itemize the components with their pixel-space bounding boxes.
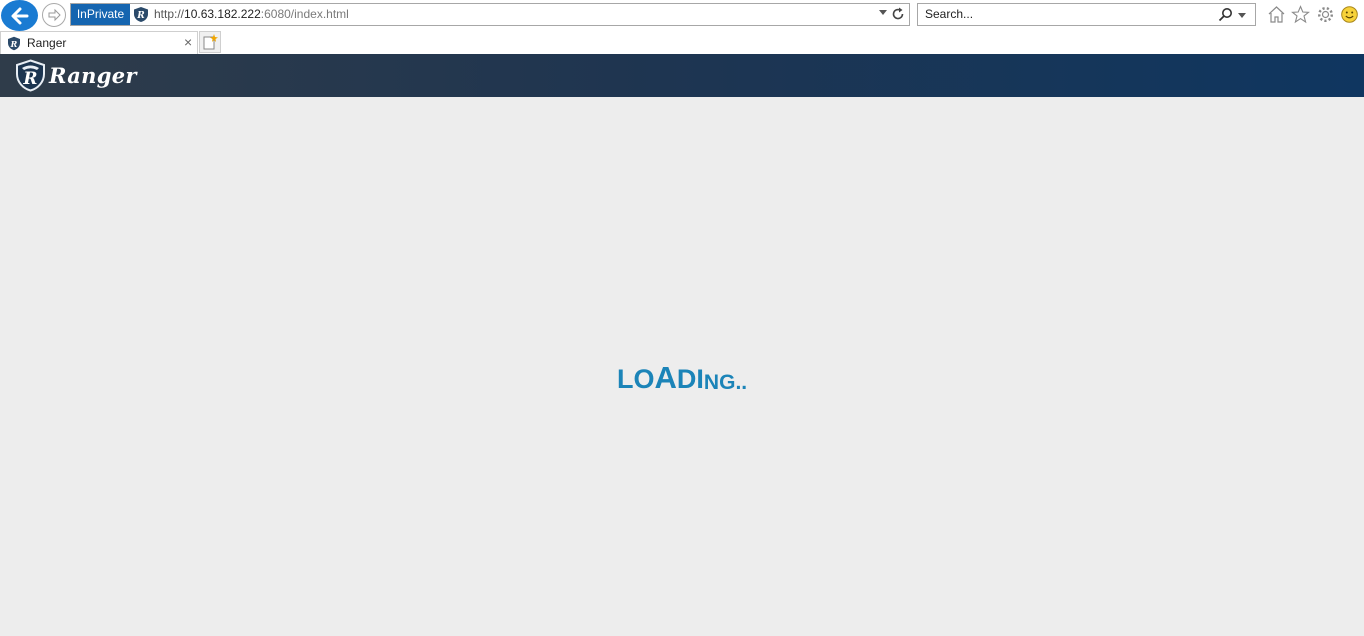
url-host: 10.63.182.222	[184, 7, 261, 21]
tab-favicon-icon: R	[8, 36, 20, 51]
forward-arrow-icon	[48, 8, 61, 22]
tab-bar: R Ranger ×	[0, 31, 1364, 54]
logo-letter: R	[22, 69, 37, 89]
back-arrow-icon	[11, 7, 28, 24]
loading-letter: D	[676, 364, 697, 394]
tab-ranger[interactable]: R Ranger ×	[0, 31, 198, 54]
ranger-logo-shield-icon[interactable]: R	[15, 59, 46, 92]
loading-letter: N	[703, 371, 720, 394]
browser-chrome: InPrivate R http://10.63.182.222:6080/in…	[0, 0, 1364, 54]
new-tab-icon	[203, 34, 218, 50]
url-path: :6080/index.html	[260, 7, 349, 21]
refresh-icon[interactable]	[891, 7, 905, 21]
search-input[interactable]: Search...	[925, 4, 973, 25]
url-text[interactable]: http://10.63.182.222:6080/index.html	[154, 4, 349, 25]
site-shield-icon: R	[134, 7, 148, 22]
favorites-star-icon[interactable]	[1291, 5, 1310, 24]
loading-letter: G	[719, 371, 736, 394]
loading-dot: .	[741, 371, 748, 394]
loading-indicator: L O A D I N G . .	[617, 360, 748, 395]
url-scheme: http://	[154, 7, 185, 21]
loading-letter: I	[696, 364, 704, 394]
new-tab-button[interactable]	[199, 31, 221, 53]
home-icon[interactable]	[1267, 5, 1286, 24]
loading-letter: O	[633, 364, 655, 394]
tab-close-button[interactable]: ×	[184, 32, 192, 53]
ranger-header: R Ranger	[0, 54, 1364, 97]
main-content: L O A D I N G . .	[0, 97, 1364, 636]
settings-gear-icon[interactable]	[1316, 5, 1335, 24]
navigation-bar: InPrivate R http://10.63.182.222:6080/in…	[0, 0, 1364, 31]
svg-text:R: R	[136, 11, 145, 21]
svg-text:R: R	[10, 39, 18, 49]
search-icon[interactable]	[1218, 7, 1233, 22]
inprivate-badge: InPrivate	[71, 4, 130, 25]
search-dropdown-icon[interactable]	[1238, 13, 1246, 18]
tab-title: Ranger	[27, 36, 67, 50]
back-button[interactable]	[1, 0, 38, 31]
address-dropdown-icon[interactable]	[879, 10, 887, 15]
forward-button[interactable]	[42, 3, 66, 27]
search-box[interactable]: Search...	[917, 3, 1256, 26]
loading-letter: A	[654, 360, 677, 395]
ranger-logo-text[interactable]: Ranger	[49, 63, 137, 88]
feedback-smiley-icon[interactable]	[1340, 5, 1359, 24]
address-bar[interactable]: InPrivate R http://10.63.182.222:6080/in…	[70, 3, 910, 26]
loading-letter: L	[617, 364, 634, 394]
